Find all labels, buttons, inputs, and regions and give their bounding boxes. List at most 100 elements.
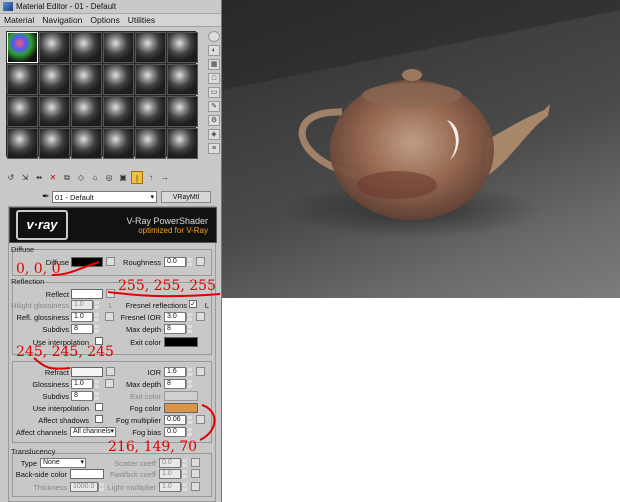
make-unique-icon[interactable]: ◇ bbox=[75, 171, 87, 184]
refr-maxdepth-spinner[interactable]: 8 bbox=[164, 379, 192, 389]
put-to-scene-icon[interactable]: ⇲ bbox=[19, 171, 31, 184]
fwd-bck-coeff-spinner[interactable]: 1.0 bbox=[159, 469, 187, 479]
material-slot[interactable] bbox=[103, 64, 134, 95]
fresnel-lock-button[interactable]: L bbox=[201, 301, 209, 310]
material-slot[interactable] bbox=[39, 64, 70, 95]
refl-use-interpolation-checkbox[interactable] bbox=[95, 337, 103, 345]
refl-subdivs-spinner[interactable]: 8 bbox=[71, 324, 99, 334]
material-type-button[interactable]: VRayMtl bbox=[161, 190, 211, 203]
roughness-map-button[interactable] bbox=[196, 257, 205, 266]
refl-glossiness-map-button[interactable] bbox=[105, 312, 114, 321]
fog-multiplier-spinner[interactable]: 0.06 bbox=[164, 415, 192, 425]
fresnel-ior-map-button[interactable] bbox=[196, 312, 205, 321]
back-side-color-swatch[interactable] bbox=[70, 469, 104, 479]
go-to-parent-icon[interactable]: ↑ bbox=[145, 171, 157, 184]
fwd-bck-coeff-map-button[interactable] bbox=[191, 469, 200, 478]
material-slot[interactable] bbox=[135, 32, 166, 63]
menu-navigation[interactable]: Navigation bbox=[38, 15, 86, 25]
material-slot[interactable] bbox=[135, 128, 166, 159]
reflect-map-button[interactable] bbox=[106, 289, 115, 298]
menu-material[interactable]: Material bbox=[0, 15, 38, 25]
material-slot[interactable] bbox=[167, 32, 198, 63]
diffuse-section-label: Diffuse bbox=[11, 245, 35, 254]
ior-spinner[interactable]: 1.6 bbox=[164, 367, 192, 377]
material-slot[interactable] bbox=[7, 32, 38, 63]
refract-swatch[interactable] bbox=[71, 367, 103, 377]
sample-type-icon[interactable] bbox=[208, 31, 220, 42]
fwd-bck-coeff-label: Fwd/bck coeff bbox=[109, 470, 156, 479]
select-by-material-icon[interactable]: ◈ bbox=[208, 129, 220, 140]
refr-exit-color-swatch[interactable] bbox=[164, 391, 198, 401]
reflect-swatch[interactable] bbox=[71, 289, 103, 299]
menu-options[interactable]: Options bbox=[86, 15, 123, 25]
show-map-icon[interactable]: ▣ bbox=[117, 171, 129, 184]
material-slot[interactable] bbox=[39, 96, 70, 127]
material-slot[interactable] bbox=[7, 128, 38, 159]
affect-shadows-checkbox[interactable] bbox=[95, 415, 103, 423]
show-end-result-icon[interactable]: | bbox=[131, 171, 143, 184]
material-slot[interactable] bbox=[167, 128, 198, 159]
translucency-type-dropdown[interactable]: None bbox=[40, 458, 86, 468]
uv-tiling-icon[interactable]: □ bbox=[208, 73, 220, 84]
fog-color-label: Fog color bbox=[129, 404, 161, 413]
fresnel-reflections-checkbox[interactable]: ✓ bbox=[189, 300, 197, 308]
get-material-icon[interactable]: ↺ bbox=[5, 171, 17, 184]
material-slot[interactable] bbox=[7, 64, 38, 95]
fog-multiplier-map-button[interactable] bbox=[196, 415, 205, 424]
refl-exit-color-swatch[interactable] bbox=[164, 337, 198, 347]
material-slot[interactable] bbox=[135, 96, 166, 127]
fresnel-ior-spinner[interactable]: 3.0 bbox=[164, 312, 192, 322]
material-slot[interactable] bbox=[103, 128, 134, 159]
scatter-coeff-map-button[interactable] bbox=[191, 458, 200, 467]
scatter-coeff-spinner[interactable]: 0.0 bbox=[159, 458, 187, 468]
assign-to-selection-icon[interactable]: ⇴ bbox=[33, 171, 45, 184]
light-multiplier-spinner[interactable]: 1.0 bbox=[159, 482, 187, 492]
hilight-lock-button[interactable]: L bbox=[105, 301, 113, 310]
hilight-glossiness-spinner[interactable]: 1.0 bbox=[71, 300, 99, 310]
thickness-spinner[interactable]: 1000.0 bbox=[70, 482, 104, 492]
backlight-icon[interactable]: ◐ bbox=[208, 45, 220, 56]
material-navigator-icon[interactable]: ≡ bbox=[208, 143, 220, 154]
refl-glossiness-spinner[interactable]: 1.0 bbox=[71, 312, 99, 322]
material-slot[interactable] bbox=[103, 32, 134, 63]
teapot-spout bbox=[484, 104, 550, 178]
material-name-dropdown[interactable]: 01 - Default bbox=[52, 190, 157, 203]
video-check-icon[interactable]: ▭ bbox=[208, 87, 220, 98]
diffuse-swatch[interactable] bbox=[71, 257, 103, 267]
background-icon[interactable]: ▦ bbox=[208, 59, 220, 70]
roughness-spinner[interactable]: 0.0 bbox=[164, 257, 192, 267]
eyedropper-icon[interactable]: ✒ bbox=[42, 191, 50, 202]
material-slot[interactable] bbox=[103, 96, 134, 127]
material-slot[interactable] bbox=[167, 64, 198, 95]
copy-material-icon[interactable]: ⧉ bbox=[61, 171, 73, 184]
material-slot[interactable] bbox=[39, 128, 70, 159]
material-slot[interactable] bbox=[71, 128, 102, 159]
fog-bias-spinner[interactable]: 0.0 bbox=[164, 427, 192, 437]
refl-maxdepth-spinner[interactable]: 8 bbox=[164, 324, 192, 334]
material-slot[interactable] bbox=[71, 64, 102, 95]
refr-glossiness-map-button[interactable] bbox=[105, 379, 114, 388]
affect-channels-dropdown[interactable]: All channels bbox=[70, 427, 116, 437]
material-slot[interactable] bbox=[39, 32, 70, 63]
material-slot[interactable] bbox=[71, 96, 102, 127]
material-slot[interactable] bbox=[167, 96, 198, 127]
refr-glossiness-spinner[interactable]: 1.0 bbox=[71, 379, 99, 389]
diffuse-map-button[interactable] bbox=[106, 257, 115, 266]
material-slot[interactable] bbox=[71, 32, 102, 63]
material-id-icon[interactable]: ◎ bbox=[103, 171, 115, 184]
put-to-library-icon[interactable]: ⌂ bbox=[89, 171, 101, 184]
options-icon[interactable]: ⚙ bbox=[208, 115, 220, 126]
material-slot[interactable] bbox=[7, 96, 38, 127]
ior-map-button[interactable] bbox=[196, 367, 205, 376]
reset-map-icon[interactable]: ✕ bbox=[47, 171, 59, 184]
light-multiplier-map-button[interactable] bbox=[191, 482, 200, 491]
fog-color-swatch[interactable] bbox=[164, 403, 198, 413]
material-slot[interactable] bbox=[135, 64, 166, 95]
app-icon bbox=[3, 2, 13, 11]
refr-subdivs-spinner[interactable]: 8 bbox=[71, 391, 99, 401]
make-preview-icon[interactable]: ✎ bbox=[208, 101, 220, 112]
menu-utilities[interactable]: Utilities bbox=[124, 15, 159, 25]
menu-bar: Material Navigation Options Utilities bbox=[0, 14, 221, 27]
refr-use-interpolation-checkbox[interactable] bbox=[95, 403, 103, 411]
go-forward-sibling-icon[interactable]: → bbox=[159, 171, 171, 184]
